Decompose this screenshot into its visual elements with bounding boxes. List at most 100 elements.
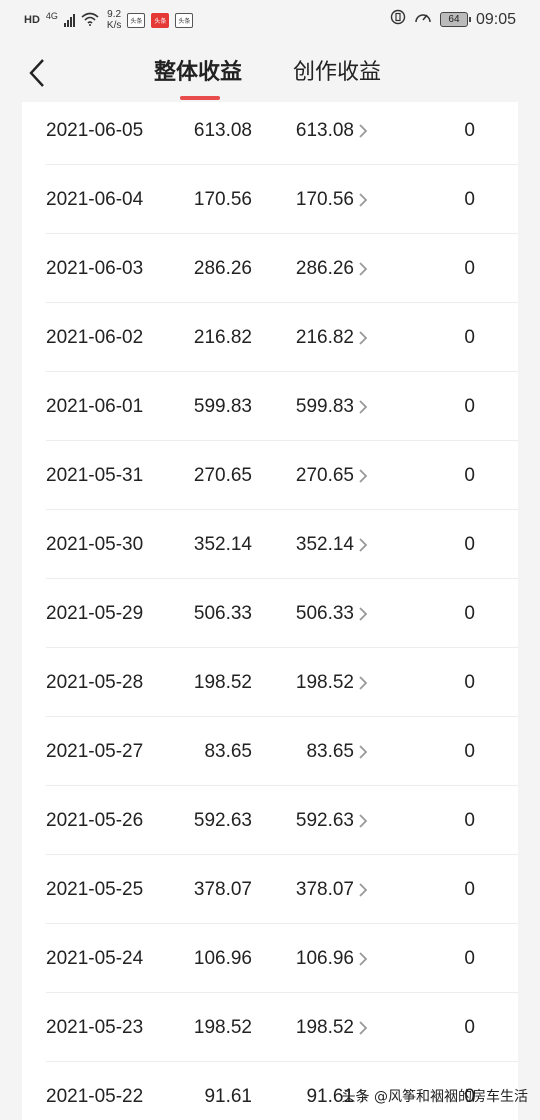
- chevron-right-icon[interactable]: [358, 537, 368, 553]
- row-other-earnings: 0: [464, 878, 475, 900]
- watermark: 头条 @风筝和裀裀的房车生活: [341, 1089, 528, 1105]
- toutiao-red-notification-icon: 头条: [151, 12, 170, 28]
- clock: 09:05: [475, 10, 516, 28]
- row-other-earnings: 0: [464, 119, 475, 141]
- row-other-earnings: 0: [464, 947, 475, 969]
- chevron-right-icon[interactable]: [358, 399, 368, 415]
- chevron-right-icon[interactable]: [358, 468, 368, 484]
- row-date: 2021-06-01: [46, 395, 144, 417]
- earnings-row[interactable]: 2021-05-25 378.07 378.07 0: [22, 855, 518, 924]
- chevron-right-icon[interactable]: [358, 261, 368, 277]
- earnings-row[interactable]: 2021-05-28 198.52 198.52 0: [22, 648, 518, 717]
- row-creation-earnings: 599.83: [295, 395, 354, 417]
- hd-indicator: HD: [24, 14, 40, 26]
- row-creation-earnings: 506.33: [295, 602, 354, 624]
- back-button[interactable]: [22, 56, 52, 90]
- row-total-earnings: 83.65: [204, 740, 252, 762]
- toutiao-notification-icon-2: 头条: [175, 12, 194, 28]
- toutiao-notification-icon: 头条: [127, 12, 146, 28]
- earnings-row[interactable]: 2021-06-03 286.26 286.26 0: [22, 234, 518, 303]
- earnings-row[interactable]: 2021-05-23 198.52 198.52 0: [22, 993, 518, 1062]
- row-total-earnings: 198.52: [193, 671, 252, 693]
- earnings-row[interactable]: 2021-05-27 83.65 83.65 0: [22, 717, 518, 786]
- chevron-right-icon[interactable]: [358, 882, 368, 898]
- row-other-earnings: 0: [464, 533, 475, 555]
- earnings-row[interactable]: 2021-05-26 592.63 592.63 0: [22, 786, 518, 855]
- row-total-earnings: 599.83: [193, 395, 252, 417]
- row-creation-earnings: 613.08: [295, 119, 354, 141]
- row-creation-earnings: 83.65: [306, 740, 354, 762]
- network-type: 4G: [45, 11, 58, 21]
- earnings-row[interactable]: 2021-06-01 599.83 599.83 0: [22, 372, 518, 441]
- chevron-right-icon[interactable]: [358, 606, 368, 622]
- chevron-right-icon[interactable]: [358, 813, 368, 829]
- row-other-earnings: 0: [464, 809, 475, 831]
- row-creation-earnings: 170.56: [295, 188, 354, 210]
- row-date: 2021-05-25: [46, 878, 144, 900]
- battery-icon: 64: [439, 12, 471, 27]
- active-tab-indicator: [180, 96, 220, 100]
- row-total-earnings: 91.61: [204, 1085, 252, 1107]
- chevron-right-icon[interactable]: [358, 123, 368, 139]
- chevron-right-icon[interactable]: [358, 951, 368, 967]
- earnings-row[interactable]: 2021-05-30 352.14 352.14 0: [22, 510, 518, 579]
- status-right: 64 09:05: [390, 9, 516, 30]
- row-date: 2021-06-05: [46, 119, 144, 141]
- chevron-right-icon[interactable]: [358, 330, 368, 346]
- row-date: 2021-05-26: [46, 809, 144, 831]
- row-creation-earnings: 270.65: [295, 464, 354, 486]
- row-creation-earnings: 592.63: [295, 809, 354, 831]
- chevron-right-icon[interactable]: [358, 1020, 368, 1036]
- row-date: 2021-05-30: [46, 533, 144, 555]
- row-other-earnings: 0: [464, 1016, 475, 1038]
- row-creation-earnings: 106.96: [295, 947, 354, 969]
- row-other-earnings: 0: [464, 395, 475, 417]
- row-date: 2021-05-23: [46, 1016, 144, 1038]
- row-total-earnings: 270.65: [193, 464, 252, 486]
- row-other-earnings: 0: [464, 602, 475, 624]
- row-total-earnings: 216.82: [193, 326, 252, 348]
- row-date: 2021-05-29: [46, 602, 144, 624]
- earnings-row[interactable]: 2021-05-31 270.65 270.65 0: [22, 441, 518, 510]
- network-speed: 9.2 K/s: [107, 9, 121, 31]
- row-total-earnings: 506.33: [193, 602, 252, 624]
- row-date: 2021-05-22: [46, 1085, 144, 1107]
- earnings-row[interactable]: 2021-06-02 216.82 216.82 0: [22, 303, 518, 372]
- row-creation-earnings: 378.07: [295, 878, 354, 900]
- status-bar: HD 4G 9.2 K/s 头条 头条 头条 64 09:05: [0, 0, 540, 40]
- row-creation-earnings: 198.52: [295, 671, 354, 693]
- earnings-row[interactable]: 2021-06-05 613.08 613.08 0: [22, 102, 518, 165]
- row-total-earnings: 613.08: [193, 119, 252, 141]
- header: 整体收益 创作收益: [0, 40, 540, 102]
- speed-value: 9.2: [107, 9, 122, 20]
- row-date: 2021-05-31: [46, 464, 144, 486]
- vibrate-icon: [390, 9, 406, 30]
- row-total-earnings: 170.56: [193, 188, 252, 210]
- chevron-right-icon[interactable]: [358, 744, 368, 760]
- earnings-row[interactable]: 2021-05-29 506.33 506.33 0: [22, 579, 518, 648]
- chevron-right-icon[interactable]: [358, 675, 368, 691]
- chevron-left-icon: [29, 59, 44, 87]
- wifi-icon: [81, 12, 99, 29]
- row-total-earnings: 286.26: [193, 257, 252, 279]
- row-creation-earnings: 198.52: [295, 1016, 354, 1038]
- row-creation-earnings: 216.82: [295, 326, 354, 348]
- row-total-earnings: 352.14: [193, 533, 252, 555]
- row-total-earnings: 592.63: [193, 809, 252, 831]
- chevron-right-icon[interactable]: [358, 192, 368, 208]
- earnings-row[interactable]: 2021-05-24 106.96 106.96 0: [22, 924, 518, 993]
- row-other-earnings: 0: [464, 740, 475, 762]
- row-date: 2021-06-03: [46, 257, 144, 279]
- row-other-earnings: 0: [464, 464, 475, 486]
- earnings-row[interactable]: 2021-06-04 170.56 170.56 0: [22, 165, 518, 234]
- tab-creation-earnings[interactable]: 创作收益: [293, 54, 381, 86]
- speedometer-icon: [414, 9, 432, 30]
- row-date: 2021-05-27: [46, 740, 144, 762]
- earnings-list: 2021-06-05 613.08 613.08 0 2021-06-04 170.56 1…: [22, 102, 518, 1120]
- row-total-earnings: 106.96: [193, 947, 252, 969]
- row-other-earnings: 0: [464, 257, 475, 279]
- row-other-earnings: 0: [464, 326, 475, 348]
- row-date: 2021-06-02: [46, 326, 144, 348]
- row-date: 2021-05-28: [46, 671, 144, 693]
- tab-overall-earnings[interactable]: 整体收益: [154, 54, 242, 86]
